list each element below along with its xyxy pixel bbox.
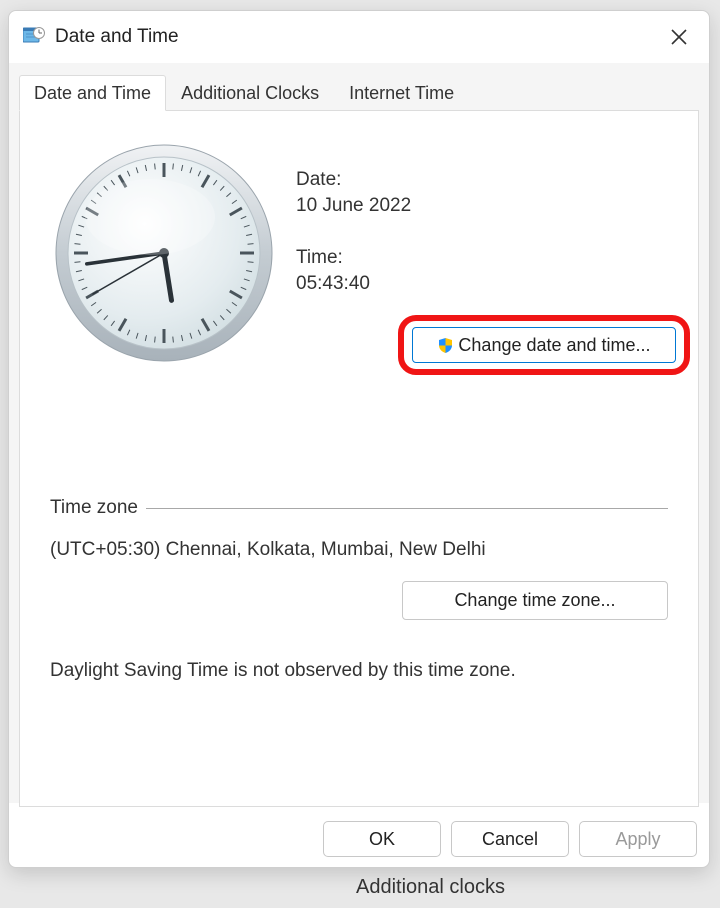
close-icon[interactable] bbox=[663, 21, 695, 53]
tab-date-and-time[interactable]: Date and Time bbox=[19, 75, 166, 111]
timezone-section: Time zone (UTC+05:30) Chennai, Kolkata, … bbox=[50, 497, 668, 682]
section-divider bbox=[146, 508, 668, 509]
dst-note: Daylight Saving Time is not observed by … bbox=[50, 660, 668, 682]
tab-internet-time[interactable]: Internet Time bbox=[334, 75, 469, 111]
date-label: Date: bbox=[296, 169, 411, 191]
dialog-button-row: OK Cancel Apply bbox=[323, 821, 697, 857]
change-timezone-button[interactable]: Change time zone... bbox=[402, 581, 668, 620]
time-value: 05:43:40 bbox=[296, 273, 411, 295]
change-date-time-button[interactable]: Change date and time... bbox=[412, 327, 676, 363]
title-bar: Date and Time bbox=[9, 11, 709, 63]
change-date-time-label: Change date and time... bbox=[458, 335, 650, 356]
dialog-body: Date and Time Additional Clocks Internet… bbox=[9, 63, 709, 803]
background-additional-clocks-link[interactable]: Additional clocks bbox=[356, 876, 505, 899]
window-title: Date and Time bbox=[55, 26, 663, 48]
ok-button[interactable]: OK bbox=[323, 821, 441, 857]
change-datetime-highlight: Change date and time... bbox=[398, 315, 690, 375]
tab-row: Date and Time Additional Clocks Internet… bbox=[19, 73, 699, 111]
analog-clock-icon bbox=[50, 139, 278, 367]
date-and-time-dialog: Date and Time Date and Time Additional C… bbox=[8, 10, 710, 868]
date-time-text: Date: 10 June 2022 Time: 05:43:40 bbox=[296, 139, 411, 295]
date-value: 10 June 2022 bbox=[296, 195, 411, 217]
apply-button[interactable]: Apply bbox=[579, 821, 697, 857]
calendar-clock-icon bbox=[23, 26, 45, 48]
time-label: Time: bbox=[296, 247, 411, 269]
tab-panel-date-and-time: Date: 10 June 2022 Time: 05:43:40 bbox=[19, 110, 699, 807]
timezone-section-title: Time zone bbox=[50, 497, 146, 519]
timezone-value: (UTC+05:30) Chennai, Kolkata, Mumbai, Ne… bbox=[50, 539, 668, 561]
tab-additional-clocks[interactable]: Additional Clocks bbox=[166, 75, 334, 111]
cancel-button[interactable]: Cancel bbox=[451, 821, 569, 857]
uac-shield-icon bbox=[437, 337, 454, 354]
